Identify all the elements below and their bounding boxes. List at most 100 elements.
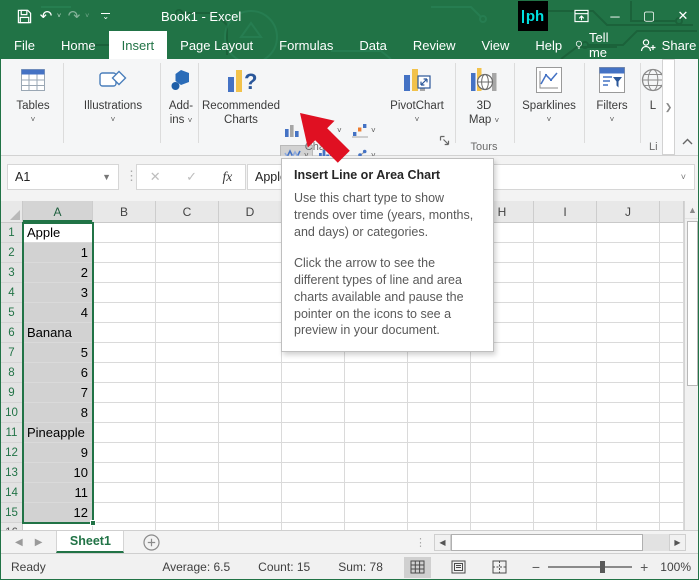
cell-I15[interactable]	[534, 503, 597, 523]
tab-file[interactable]: File	[1, 31, 48, 59]
cell-A12[interactable]: 9	[23, 443, 93, 463]
cell-I8[interactable]	[534, 363, 597, 383]
cell-I6[interactable]	[534, 323, 597, 343]
name-box[interactable]: A1 ▼	[7, 164, 119, 190]
tab-page-layout[interactable]: Page Layout	[167, 31, 266, 59]
cell-J15[interactable]	[597, 503, 660, 523]
cell-E12[interactable]	[282, 443, 345, 463]
cell-A13[interactable]: 10	[23, 463, 93, 483]
tables-button[interactable]: Tables ˅	[5, 63, 61, 143]
cell-G13[interactable]	[408, 463, 471, 483]
row-header-9[interactable]: 9	[1, 383, 23, 403]
cell-partial13[interactable]	[660, 463, 684, 483]
cell-I7[interactable]	[534, 343, 597, 363]
horizontal-scrollbar[interactable]: ◀ ▶	[434, 533, 686, 551]
close-button[interactable]: ✕	[666, 1, 699, 31]
cell-B12[interactable]	[93, 443, 156, 463]
cell-A7[interactable]: 5	[23, 343, 93, 363]
cell-A10[interactable]: 8	[23, 403, 93, 423]
cell-J5[interactable]	[597, 303, 660, 323]
cell-C12[interactable]	[156, 443, 219, 463]
sheet-tab-sheet1[interactable]: Sheet1	[56, 531, 124, 553]
cell-F8[interactable]	[345, 363, 408, 383]
cell-partial12[interactable]	[660, 443, 684, 463]
cell-B13[interactable]	[93, 463, 156, 483]
cell-I11[interactable]	[534, 423, 597, 443]
cell-F9[interactable]	[345, 383, 408, 403]
cell-B8[interactable]	[93, 363, 156, 383]
cell-G12[interactable]	[408, 443, 471, 463]
cell-A9[interactable]: 7	[23, 383, 93, 403]
collapse-ribbon-icon[interactable]	[681, 133, 694, 151]
cell-D15[interactable]	[219, 503, 282, 523]
undo-dropdown-icon[interactable]: ˅	[57, 13, 61, 20]
cell-A6[interactable]: Banana	[23, 323, 93, 343]
cell-H12[interactable]	[471, 443, 534, 463]
cell-J12[interactable]	[597, 443, 660, 463]
maximize-button[interactable]: ▢	[632, 1, 666, 31]
row-header-5[interactable]: 5	[1, 303, 23, 323]
cell-partial8[interactable]	[660, 363, 684, 383]
row-header-13[interactable]: 13	[1, 463, 23, 483]
cell-B6[interactable]	[93, 323, 156, 343]
scroll-left-icon[interactable]: ◀	[434, 534, 451, 551]
status-count[interactable]: Count: 15	[258, 560, 310, 574]
sheetbar-separator[interactable]: ⋮	[415, 531, 426, 553]
cell-H16[interactable]	[471, 523, 534, 530]
cell-I10[interactable]	[534, 403, 597, 423]
cell-E11[interactable]	[282, 423, 345, 443]
cell-I16[interactable]	[534, 523, 597, 530]
cell-E16[interactable]	[282, 523, 345, 530]
insert-function-icon[interactable]: fx	[222, 169, 232, 185]
row-header-4[interactable]: 4	[1, 283, 23, 303]
cell-C4[interactable]	[156, 283, 219, 303]
cell-F15[interactable]	[345, 503, 408, 523]
cell-C5[interactable]	[156, 303, 219, 323]
pivotchart-button[interactable]: PivotChart ˅	[381, 63, 453, 143]
undo-icon[interactable]: ↶	[37, 7, 55, 25]
cell-partial14[interactable]	[660, 483, 684, 503]
cell-A11[interactable]: Pineapple	[23, 423, 93, 443]
cell-J9[interactable]	[597, 383, 660, 403]
cell-J16[interactable]	[597, 523, 660, 530]
cell-partial5[interactable]	[660, 303, 684, 323]
cell-H15[interactable]	[471, 503, 534, 523]
row-header-3[interactable]: 3	[1, 263, 23, 283]
cell-D14[interactable]	[219, 483, 282, 503]
cancel-entry-icon[interactable]: ✕	[150, 169, 161, 185]
cell-H9[interactable]	[471, 383, 534, 403]
cell-partial3[interactable]	[660, 263, 684, 283]
cell-J14[interactable]	[597, 483, 660, 503]
cell-partial6[interactable]	[660, 323, 684, 343]
cell-G11[interactable]	[408, 423, 471, 443]
column-header-D[interactable]: D	[219, 201, 282, 223]
cell-J3[interactable]	[597, 263, 660, 283]
cell-A3[interactable]: 2	[23, 263, 93, 283]
ribbon-display-options-icon[interactable]	[564, 1, 598, 31]
illustrations-button[interactable]: Illustrations ˅	[67, 63, 159, 143]
tab-help[interactable]: Help	[522, 31, 575, 59]
cell-G10[interactable]	[408, 403, 471, 423]
cell-D1[interactable]	[219, 223, 282, 243]
cell-E13[interactable]	[282, 463, 345, 483]
column-header-partial[interactable]	[660, 201, 684, 223]
expand-formula-bar-icon[interactable]: ˅	[681, 172, 686, 182]
column-header-B[interactable]: B	[93, 201, 156, 223]
cell-A16[interactable]	[23, 523, 93, 530]
cell-A15[interactable]: 12	[23, 503, 93, 523]
cell-C16[interactable]	[156, 523, 219, 530]
cell-D7[interactable]	[219, 343, 282, 363]
zoom-slider-thumb[interactable]	[600, 561, 605, 573]
cell-D16[interactable]	[219, 523, 282, 530]
cell-I5[interactable]	[534, 303, 597, 323]
scroll-up-icon[interactable]: ▲	[685, 201, 699, 219]
cell-E15[interactable]	[282, 503, 345, 523]
cell-F11[interactable]	[345, 423, 408, 443]
cell-C3[interactable]	[156, 263, 219, 283]
cell-D13[interactable]	[219, 463, 282, 483]
tab-insert[interactable]: Insert	[109, 31, 168, 59]
row-header-11[interactable]: 11	[1, 423, 23, 443]
zoom-out-icon[interactable]: −	[532, 559, 540, 575]
cell-C2[interactable]	[156, 243, 219, 263]
cell-partial1[interactable]	[660, 223, 684, 243]
